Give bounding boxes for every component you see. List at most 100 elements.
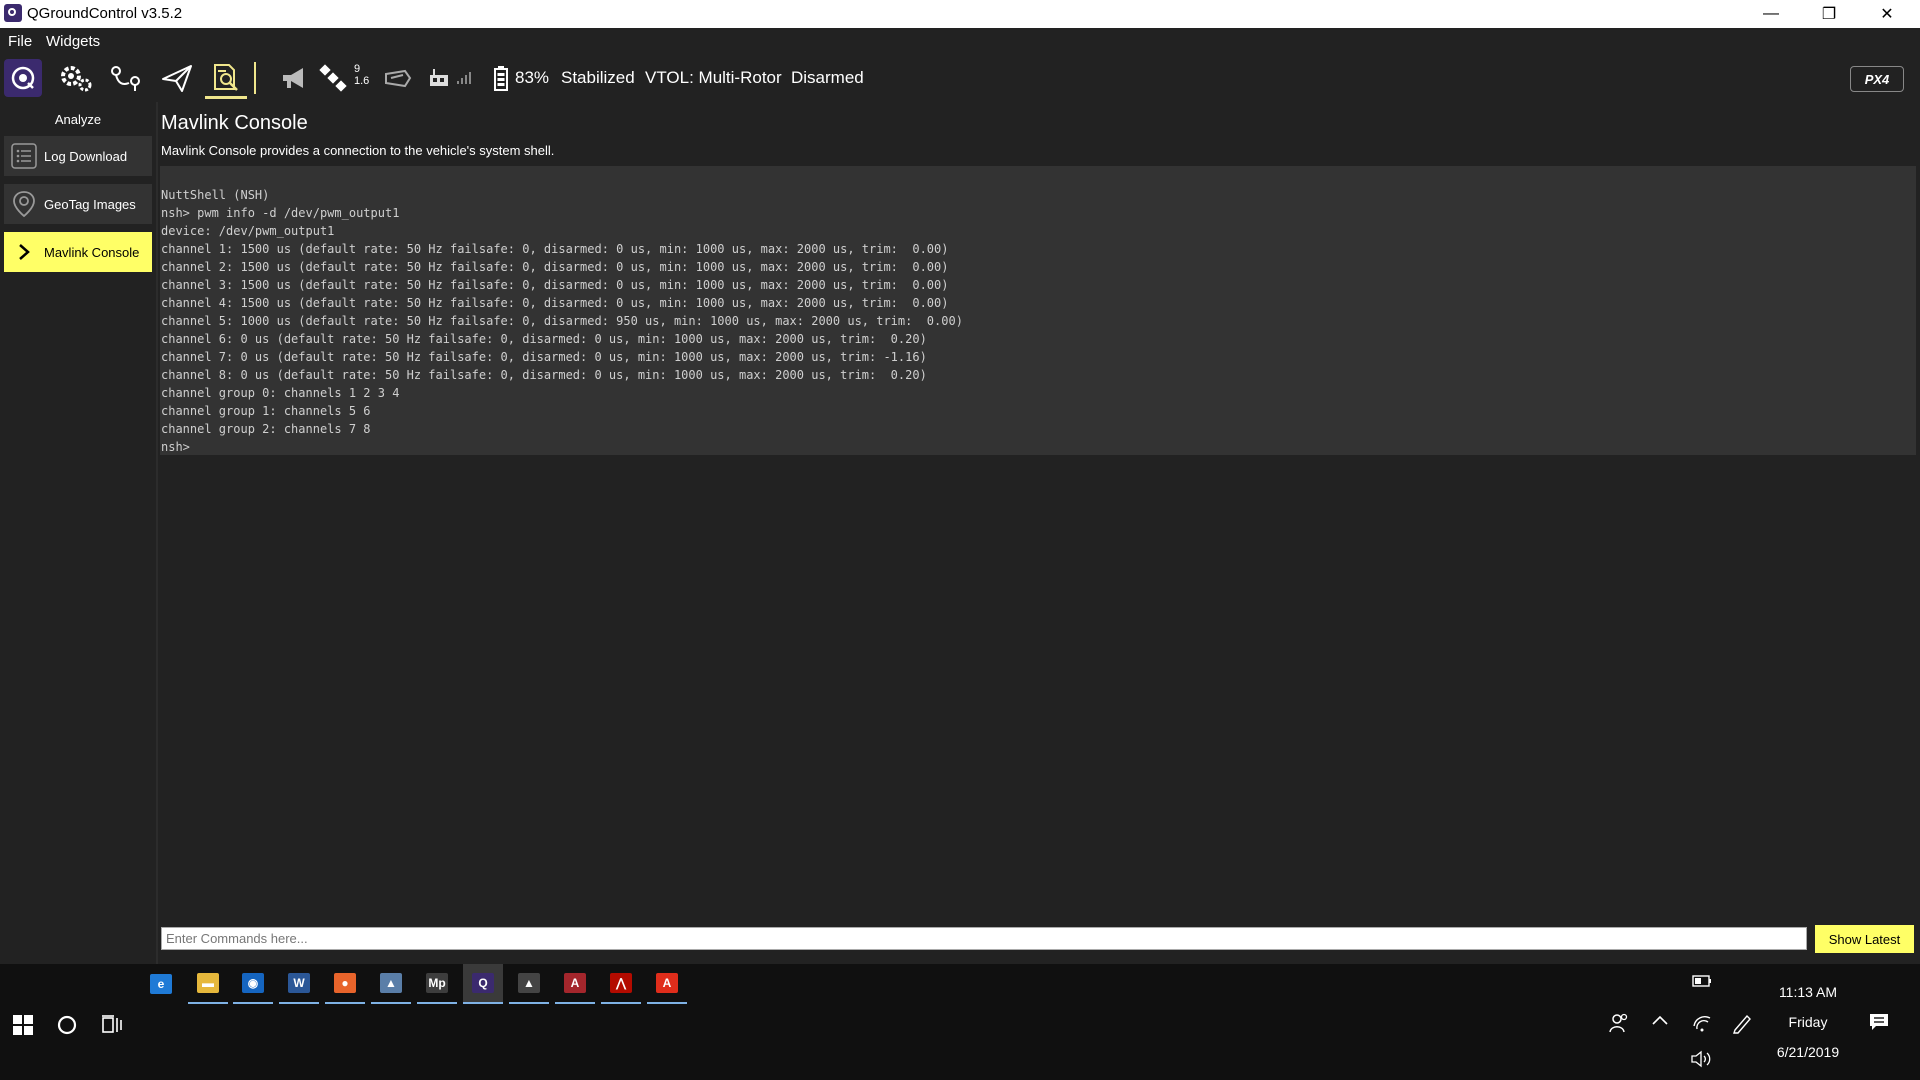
wifi-icon: [1693, 1016, 1711, 1032]
clock-time[interactable]: 11:13 AM: [1760, 984, 1856, 1000]
taskbar-app-button[interactable]: ◉: [233, 964, 273, 1004]
console-line: channel 4: 1500 us (default rate: 50 Hz …: [161, 296, 949, 310]
list-icon: [4, 143, 44, 169]
clock-date[interactable]: 6/21/2019: [1760, 1044, 1856, 1060]
word-icon: W: [288, 973, 310, 993]
messages-indicator[interactable]: [276, 57, 312, 99]
rc-rssi-indicator[interactable]: [378, 57, 418, 99]
gps-indicator[interactable]: [316, 57, 350, 99]
waypoint-path-icon: [111, 66, 140, 91]
satellite-count: 9: [354, 63, 361, 75]
taskbar-app-button[interactable]: W: [279, 964, 319, 1004]
menu-file[interactable]: File: [8, 33, 32, 50]
people-button[interactable]: [1608, 1012, 1630, 1038]
qgc-menu-button[interactable]: [4, 59, 42, 97]
console-line: channel 1: 1500 us (default rate: 50 Hz …: [161, 242, 949, 256]
console-line: nsh> pwm info -d /dev/pwm_output1: [161, 206, 400, 220]
console-line: channel group 1: channels 5 6: [161, 404, 371, 418]
console-line: channel 6: 0 us (default rate: 50 Hz fai…: [161, 332, 927, 346]
windows-taskbar: e ▬ ◉ W ● ▲ Mp Q ▲ A ⋀ A 11:13 AM Friday 6/21/2019: [0, 964, 1920, 1080]
start-button[interactable]: [12, 1014, 34, 1040]
chevron-right-icon: [4, 242, 44, 262]
network-button[interactable]: [1691, 1012, 1713, 1038]
signal-strength-indicator: [454, 57, 474, 99]
restore-button[interactable]: ❐: [1800, 0, 1858, 28]
analyze-sidebar: Analyze Log Download GeoTag Images Mavli…: [0, 102, 158, 964]
px4-logo: PX4: [1850, 66, 1904, 92]
console-line: channel 5: 1000 us (default rate: 50 Hz …: [161, 314, 963, 328]
satellite-icon: [319, 64, 347, 92]
pen-workspace-button[interactable]: [1731, 1012, 1753, 1038]
people-icon: [1609, 1013, 1628, 1033]
plan-view-button[interactable]: [105, 57, 147, 99]
signal-bars-icon: [457, 72, 471, 84]
fly-view-button[interactable]: [156, 57, 198, 99]
taskbar-app-button[interactable]: ▲: [509, 964, 549, 1004]
main-toolbar: 9 1.6 83% Stabilized VTOL: Multi-Rotor D…: [0, 54, 1920, 102]
command-input[interactable]: [161, 927, 1807, 950]
console-line: channel group 0: channels 1 2 3 4: [161, 386, 400, 400]
menu-widgets[interactable]: Widgets: [46, 33, 100, 50]
acrobat-icon: A: [656, 973, 678, 993]
sidebar-item-geotag-images[interactable]: GeoTag Images: [4, 184, 152, 224]
console-line: channel 8: 0 us (default rate: 50 Hz fai…: [161, 368, 927, 382]
sidebar-item-log-download[interactable]: Log Download: [4, 136, 152, 176]
search-button[interactable]: [56, 1014, 78, 1040]
flight-mode-selector[interactable]: Stabilized: [561, 68, 635, 88]
show-hidden-icons-button[interactable]: [1651, 1012, 1669, 1034]
telemetry-rssi-indicator[interactable]: [426, 57, 452, 99]
access-icon: A: [564, 973, 586, 993]
speaker-icon: [1691, 1050, 1711, 1068]
taskbar-app-button[interactable]: e: [141, 964, 181, 1004]
window-title: QGroundControl v3.5.2: [27, 5, 183, 22]
sidebar-item-mavlink-console[interactable]: Mavlink Console: [4, 232, 152, 272]
map-pin-icon: [4, 190, 44, 218]
sidebar-item-label: Mavlink Console: [44, 244, 140, 260]
acrobat-reader-icon: ⋀: [610, 973, 632, 993]
arm-state[interactable]: Disarmed: [791, 68, 864, 88]
show-latest-button[interactable]: Show Latest: [1815, 925, 1914, 953]
gps-hdop: 1.6: [354, 75, 370, 87]
analyze-document-icon: [214, 63, 238, 91]
console-line: channel group 2: channels 7 8: [161, 422, 371, 436]
action-center-button[interactable]: [1868, 1012, 1890, 1036]
taskbar-app-button[interactable]: ▬: [188, 964, 228, 1004]
console-output[interactable]: NuttShell (NSH) nsh> pwm info -d /dev/pw…: [160, 166, 1916, 455]
analyze-view-button[interactable]: [205, 57, 247, 99]
toolbar-separator: [254, 62, 256, 94]
vehicle-setup-button[interactable]: [55, 57, 97, 99]
volume-button[interactable]: [1690, 1050, 1714, 1072]
taskbar-app-button[interactable]: Mp: [417, 964, 457, 1004]
console-line: device: /dev/pwm_output1: [161, 224, 335, 238]
minimize-button[interactable]: —: [1742, 0, 1800, 28]
console-line: channel 2: 1500 us (default rate: 50 Hz …: [161, 260, 949, 274]
sidebar-item-label: Log Download: [44, 148, 128, 164]
file-explorer-icon: ▬: [197, 973, 219, 993]
gps-status: 9 1.6: [354, 63, 369, 87]
telemetry-radio-icon: [430, 69, 448, 86]
taskbar-app-button[interactable]: A: [647, 964, 687, 1004]
image-viewer-icon: ▲: [518, 973, 540, 993]
task-view-icon: [102, 1015, 122, 1033]
task-view-button[interactable]: [100, 1014, 124, 1040]
battery-indicator[interactable]: [488, 57, 514, 99]
console-line: channel 3: 1500 us (default rate: 50 Hz …: [161, 278, 949, 292]
windows-logo-icon: [13, 1015, 33, 1035]
battery-icon: [494, 66, 508, 91]
page-title: Mavlink Console: [161, 112, 308, 134]
battery-saver-tray[interactable]: [1692, 974, 1712, 991]
taskbar-app-button[interactable]: ●: [325, 964, 365, 1004]
taskbar-app-button[interactable]: ▲: [371, 964, 411, 1004]
megaphone-icon: [283, 68, 303, 88]
clock-day[interactable]: Friday: [1760, 1014, 1856, 1030]
sidebar-item-label: GeoTag Images: [44, 196, 136, 212]
taskbar-app-button[interactable]: Q: [463, 964, 503, 1004]
qgroundcontrol-icon: Q: [472, 973, 494, 993]
close-button[interactable]: ✕: [1858, 0, 1916, 28]
tray-battery-icon: [1692, 975, 1711, 987]
console-line: channel 7: 0 us (default rate: 50 Hz fai…: [161, 350, 927, 364]
pen-icon: [1733, 1014, 1751, 1034]
taskbar-app-button[interactable]: A: [555, 964, 595, 1004]
taskbar-app-button[interactable]: ⋀: [601, 964, 641, 1004]
gears-icon: [61, 66, 92, 92]
